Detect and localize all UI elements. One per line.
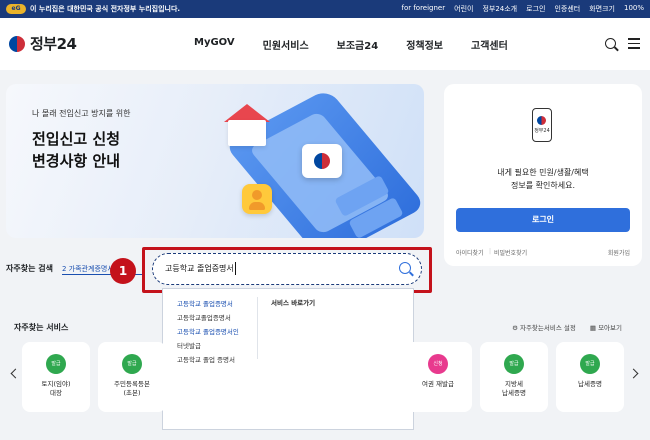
banner-title: 전입신고 신청 변경사항 안내 — [32, 128, 120, 172]
nav-policy[interactable]: 정책정보 — [406, 37, 443, 52]
egov-logo-icon: eG — [6, 4, 26, 14]
service-badge: 발급 — [504, 354, 524, 374]
logo-text: 정부24 — [30, 35, 77, 53]
link-screen-size[interactable]: 화면크기 — [589, 4, 615, 14]
login-message: 내게 필요한 민원/생활/혜택 정보를 확인하세요. — [497, 168, 589, 190]
find-password-link[interactable]: 비밀번호찾기 — [494, 248, 527, 257]
nav-subsidy24[interactable]: 보조금24 — [337, 37, 379, 52]
services-view-all-link[interactable]: ▦ 모아보기 — [590, 322, 622, 332]
gov-card-illustration — [302, 144, 342, 178]
service-name: 여권 재발급 — [422, 380, 454, 388]
autocomplete-dropdown: 고등학교 졸업증명서 고등학교졸업증명서 고등학교 졸업증명서인 터넷발급 고등… — [162, 288, 414, 430]
banner-subtitle: 나 몰래 전입신고 방지를 위한 — [32, 109, 131, 118]
taeguk-logo-icon — [8, 34, 26, 53]
search-input[interactable]: 고등학교 졸업증명서 — [152, 253, 422, 285]
service-badge: 신청 — [428, 354, 448, 374]
service-badge: 발급 — [46, 354, 66, 374]
find-id-link[interactable]: 아이디찾기 — [456, 248, 484, 257]
service-name: 지방세 납세증명 — [502, 380, 526, 397]
step-marker: 1 — [110, 258, 136, 284]
service-name: 주민등록등본 (초본) — [114, 380, 150, 397]
gov-banner: eG 이 누리집은 대한민국 공식 전자정부 누리집입니다. for forei… — [0, 0, 650, 18]
dropdown-divider — [257, 297, 258, 359]
link-foreigner[interactable]: for foreigner — [401, 4, 445, 14]
user-badge-icon — [242, 184, 272, 214]
service-card[interactable]: 발급 납세증명 — [556, 342, 624, 412]
frequent-services-title: 자주찾는 서비스 — [14, 323, 69, 332]
gov-notice: 이 누리집은 대한민국 공식 전자정부 누리집입니다. — [30, 5, 181, 13]
service-card[interactable]: 발급 지방세 납세증명 — [480, 342, 548, 412]
service-name: 토지(임야) 대장 — [41, 380, 71, 397]
search-icon[interactable] — [399, 262, 411, 274]
suggestion-item[interactable]: 고등학교졸업증명서 — [177, 311, 263, 325]
service-shortcut-header: 서비스 바로가기 — [271, 299, 316, 307]
nav-civil-service[interactable]: 민원서비스 — [263, 37, 309, 52]
site-header: 정부24 MyGOV 민원서비스 보조금24 정책정보 고객센터 — [0, 18, 650, 70]
header-icons — [605, 38, 640, 49]
suggestion-item[interactable]: 고등학교 졸업 증명서 — [177, 353, 263, 367]
house-illustration — [228, 120, 266, 146]
utility-links: for foreigner 어린이 정부24소개 로그인 인증센터 화면크기 1… — [401, 4, 644, 14]
site-logo[interactable]: 정부24 — [8, 33, 77, 54]
service-name: 납세증명 — [578, 380, 602, 388]
search-icon[interactable] — [605, 38, 616, 49]
login-button[interactable]: 로그인 — [456, 208, 630, 232]
search-input-value: 고등학교 졸업증명서 — [165, 264, 234, 273]
nav-mygov[interactable]: MyGOV — [194, 37, 235, 52]
promo-banner[interactable]: 나 몰래 전입신고 방지를 위한 전입신고 신청 변경사항 안내 — [6, 84, 424, 238]
login-card: 정부24 내게 필요한 민원/생활/혜택 정보를 확인하세요. 로그인 아이디찾… — [444, 84, 642, 266]
zoom-level[interactable]: 100% — [624, 4, 644, 14]
link-about[interactable]: 정부24소개 — [482, 4, 517, 14]
service-card[interactable]: 발급 주민등록등본 (초본) — [98, 342, 166, 412]
text-caret — [235, 262, 236, 275]
carousel-prev-icon[interactable] — [10, 368, 21, 379]
services-actions: ⚙ 자주찾는서비스 설정 ▦ 모아보기 — [512, 322, 622, 332]
suggestion-item[interactable]: 고등학교 졸업증명서 — [177, 297, 263, 311]
link-kids[interactable]: 어린이 — [454, 4, 473, 14]
suggestion-item[interactable]: 고등학교 졸업증명서인 — [177, 325, 263, 339]
services-setting-link[interactable]: ⚙ 자주찾는서비스 설정 — [512, 322, 576, 332]
link-login[interactable]: 로그인 — [526, 4, 545, 14]
service-card[interactable]: 발급 토지(임야) 대장 — [22, 342, 90, 412]
signup-link[interactable]: 회원가입 — [608, 248, 630, 257]
service-card[interactable]: 신청 여권 재발급 — [404, 342, 472, 412]
mobile-app-icon: 정부24 — [532, 108, 552, 142]
service-badge: 발급 — [580, 354, 600, 374]
banner-title-line1: 전입신고 신청 — [32, 130, 121, 148]
service-badge: 발급 — [122, 354, 142, 374]
banner-title-line2: 변경사항 안내 — [32, 152, 121, 170]
nav-customer-center[interactable]: 고객센터 — [471, 37, 508, 52]
main-nav: MyGOV 민원서비스 보조금24 정책정보 고객센터 — [194, 37, 508, 52]
link-cert-center[interactable]: 인증센터 — [554, 4, 580, 14]
suggestion-list: 고등학교 졸업증명서 고등학교졸업증명서 고등학교 졸업증명서인 터넷발급 고등… — [177, 297, 263, 367]
frequent-search-label: 자주찾는 검색 — [6, 264, 53, 273]
carousel-next-icon[interactable] — [628, 368, 639, 379]
suggestion-item-cont[interactable]: 터넷발급 — [177, 339, 263, 353]
menu-icon[interactable] — [628, 38, 640, 49]
app-label: 정부24 — [534, 128, 550, 134]
